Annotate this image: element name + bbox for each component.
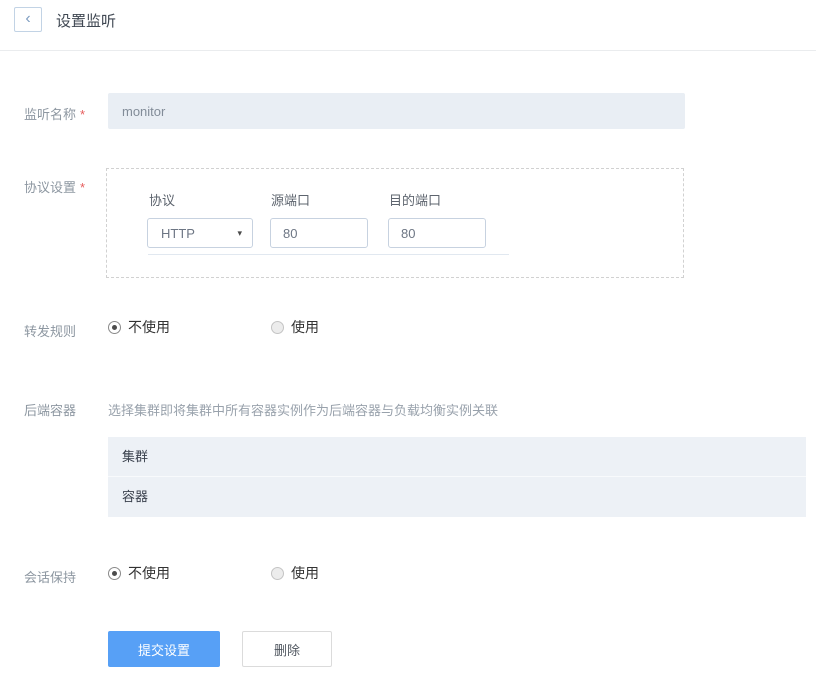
protocol-settings-label: 协议设置 *	[24, 177, 85, 196]
backend-container-label: 后端容器	[24, 400, 76, 419]
back-button[interactable]: ‹	[14, 7, 42, 32]
chevron-left-icon: ‹	[25, 11, 30, 27]
column-header-protocol: 协议	[149, 190, 175, 209]
delete-button[interactable]: 删除	[242, 631, 332, 667]
protocol-settings-box: 协议 源端口 目的端口 HTTP ▾	[106, 168, 684, 278]
required-asterisk: *	[80, 107, 85, 122]
column-header-dest-port: 目的端口	[389, 190, 441, 209]
radio-option-label: 不使用	[128, 563, 170, 583]
backend-container-description: 选择集群即将集群中所有容器实例作为后端容器与负载均衡实例关联	[108, 400, 498, 419]
forward-rule-option-enable[interactable]: 使用	[271, 317, 319, 337]
column-header-source-port: 源端口	[271, 190, 310, 209]
submit-settings-button[interactable]: 提交设置	[108, 631, 220, 667]
protocol-row-divider	[148, 254, 509, 255]
set-listener-page: ‹ 设置监听 监听名称 * 协议设置 * 协议 源端口 目的端口 HTTP ▾ 转发…	[0, 0, 816, 678]
forward-rule-label: 转发规则	[24, 321, 76, 340]
backend-container-table: 集群 容器	[108, 437, 806, 517]
listener-name-label: 监听名称 *	[24, 104, 85, 123]
label-text: 监听名称	[24, 107, 76, 122]
radio-button-icon	[271, 567, 284, 580]
forward-rule-option-disable[interactable]: 不使用	[108, 317, 170, 337]
caret-down-icon: ▾	[237, 229, 242, 238]
page-title: 设置监听	[56, 10, 116, 31]
session-option-disable[interactable]: 不使用	[108, 563, 170, 583]
required-asterisk: *	[80, 180, 85, 195]
label-text: 协议设置	[24, 180, 76, 195]
protocol-select[interactable]: HTTP ▾	[147, 218, 253, 248]
radio-button-icon	[108, 567, 121, 580]
radio-button-icon	[108, 321, 121, 334]
dest-port-input[interactable]	[388, 218, 486, 248]
radio-option-label: 使用	[291, 563, 319, 583]
table-row-cluster: 集群	[108, 437, 806, 477]
listener-name-input[interactable]	[108, 93, 685, 129]
radio-option-label: 不使用	[128, 317, 170, 337]
session-persistence-label: 会话保持	[24, 567, 76, 586]
radio-option-label: 使用	[291, 317, 319, 337]
protocol-select-value: HTTP	[161, 226, 195, 241]
radio-button-icon	[271, 321, 284, 334]
table-row-container: 容器	[108, 477, 806, 517]
header-divider	[0, 50, 816, 51]
source-port-input[interactable]	[270, 218, 368, 248]
session-option-enable[interactable]: 使用	[271, 563, 319, 583]
